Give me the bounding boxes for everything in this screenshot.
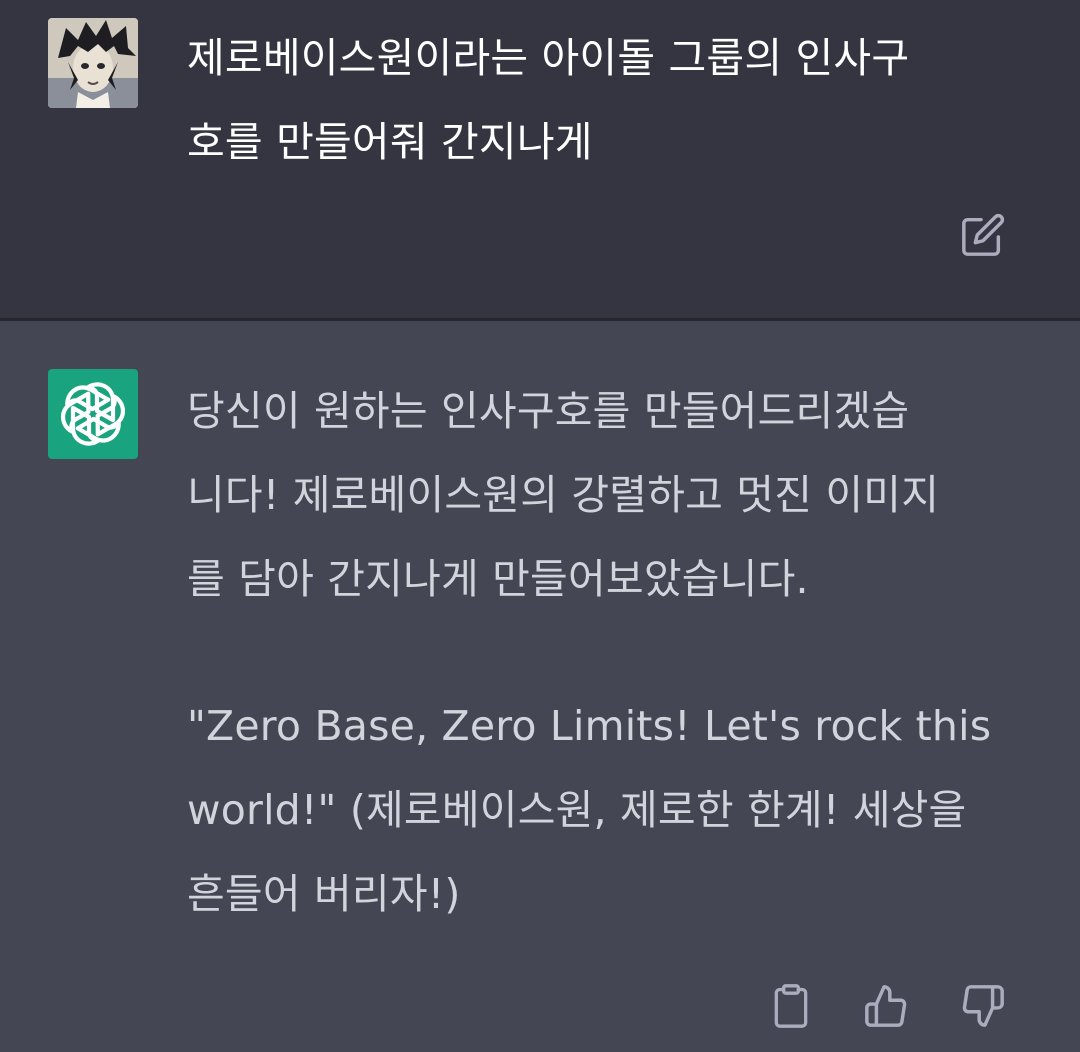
thumbs-down-button[interactable] xyxy=(958,981,1008,1031)
assistant-p2-line-2: world!" (제로베이스원, 제로한 한계! 세상을 xyxy=(187,786,967,834)
user-message: 제로베이스원이라는 아이돌 그룹의 인사구 호를 만들어줘 간지나게 xyxy=(0,0,1080,318)
assistant-message: 당신이 원하는 인사구호를 만들어드리겠습 니다! 제로베이스원의 강렬하고 멋… xyxy=(0,321,1080,1052)
assistant-p1-line-2: 니다! 제로베이스원의 강렬하고 멋진 이미지 xyxy=(187,471,940,519)
assistant-avatar xyxy=(48,369,138,459)
edit-icon xyxy=(962,213,1005,256)
clipboard-icon xyxy=(774,984,808,1028)
assistant-p2-line-1: "Zero Base, Zero Limits! Let's rock this xyxy=(187,702,992,750)
assistant-p1-line-3: 를 담아 간지나게 만들어보았습니다. xyxy=(187,555,809,603)
thumbs-up-button[interactable] xyxy=(861,981,911,1031)
assistant-p2-line-3: 흔들어 버리자!) xyxy=(187,870,461,918)
copy-button[interactable] xyxy=(766,981,816,1031)
assistant-paragraph-2: "Zero Base, Zero Limits! Let's rock this… xyxy=(187,684,1017,936)
thumbs-down-icon xyxy=(962,985,1004,1027)
thumbs-up-icon xyxy=(865,985,907,1027)
assistant-paragraph-1: 당신이 원하는 인사구호를 만들어드리겠습 니다! 제로베이스원의 강렬하고 멋… xyxy=(187,369,1017,621)
user-avatar-image xyxy=(48,18,138,108)
openai-logo-icon xyxy=(61,382,125,446)
user-avatar xyxy=(48,18,138,108)
user-message-text: 제로베이스원이라는 아이돌 그룹의 인사구 호를 만들어줘 간지나게 xyxy=(187,16,1017,184)
edit-button[interactable] xyxy=(958,210,1008,260)
user-message-line-1: 제로베이스원이라는 아이돌 그룹의 인사구 xyxy=(187,34,910,82)
assistant-p1-line-1: 당신이 원하는 인사구호를 만들어드리겠습 xyxy=(187,387,910,435)
user-message-line-2: 호를 만들어줘 간지나게 xyxy=(187,118,593,166)
chat-page: 제로베이스원이라는 아이돌 그룹의 인사구 호를 만들어줘 간지나게 당신이 원… xyxy=(0,0,1080,1052)
